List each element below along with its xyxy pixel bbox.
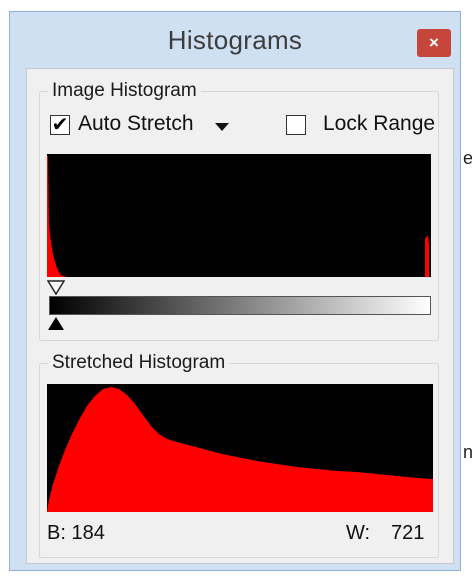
stretched-histogram-group: Stretched Histogram B: 184 W: 721 xyxy=(39,352,439,558)
auto-stretch-label[interactable]: Auto Stretch xyxy=(78,112,194,136)
window-title: Histograms xyxy=(167,25,303,55)
image-histogram-group: Image Histogram ✔ Auto Stretch Lock Rang… xyxy=(39,80,439,341)
lock-range-label[interactable]: Lock Range xyxy=(323,112,435,136)
stretch-gradient-bar xyxy=(49,296,431,315)
image-histogram-title: Image Histogram xyxy=(48,80,201,102)
background-text-fragment: n xyxy=(463,442,472,462)
histograms-window: Histograms × Image Histogram ✔ Auto Stre… xyxy=(9,11,461,571)
white-point-marker-icon[interactable] xyxy=(47,280,65,295)
white-point-value: 721 xyxy=(391,522,425,544)
window-client-area: Image Histogram ✔ Auto Stretch Lock Rang… xyxy=(26,68,454,564)
stretched-histogram-plot xyxy=(47,384,433,512)
black-point-marker-icon[interactable] xyxy=(47,317,65,331)
auto-stretch-checkbox[interactable]: ✔ xyxy=(50,115,70,135)
stretched-histogram-title: Stretched Histogram xyxy=(48,352,230,374)
close-icon: × xyxy=(429,33,439,52)
lock-range-checkbox[interactable] xyxy=(286,115,306,135)
title-bar[interactable]: Histograms × xyxy=(10,12,460,68)
dropdown-arrow-icon[interactable] xyxy=(215,123,229,131)
white-point-label: W: xyxy=(346,522,371,544)
image-histogram-plot xyxy=(47,154,431,277)
image-histogram-bars xyxy=(47,156,429,277)
checkmark-icon: ✔ xyxy=(51,114,69,136)
close-button[interactable]: × xyxy=(417,29,451,57)
stretched-histogram-area xyxy=(47,387,433,512)
black-point-label: B: 184 xyxy=(47,522,105,544)
background-text-fragment: e xyxy=(463,148,472,168)
